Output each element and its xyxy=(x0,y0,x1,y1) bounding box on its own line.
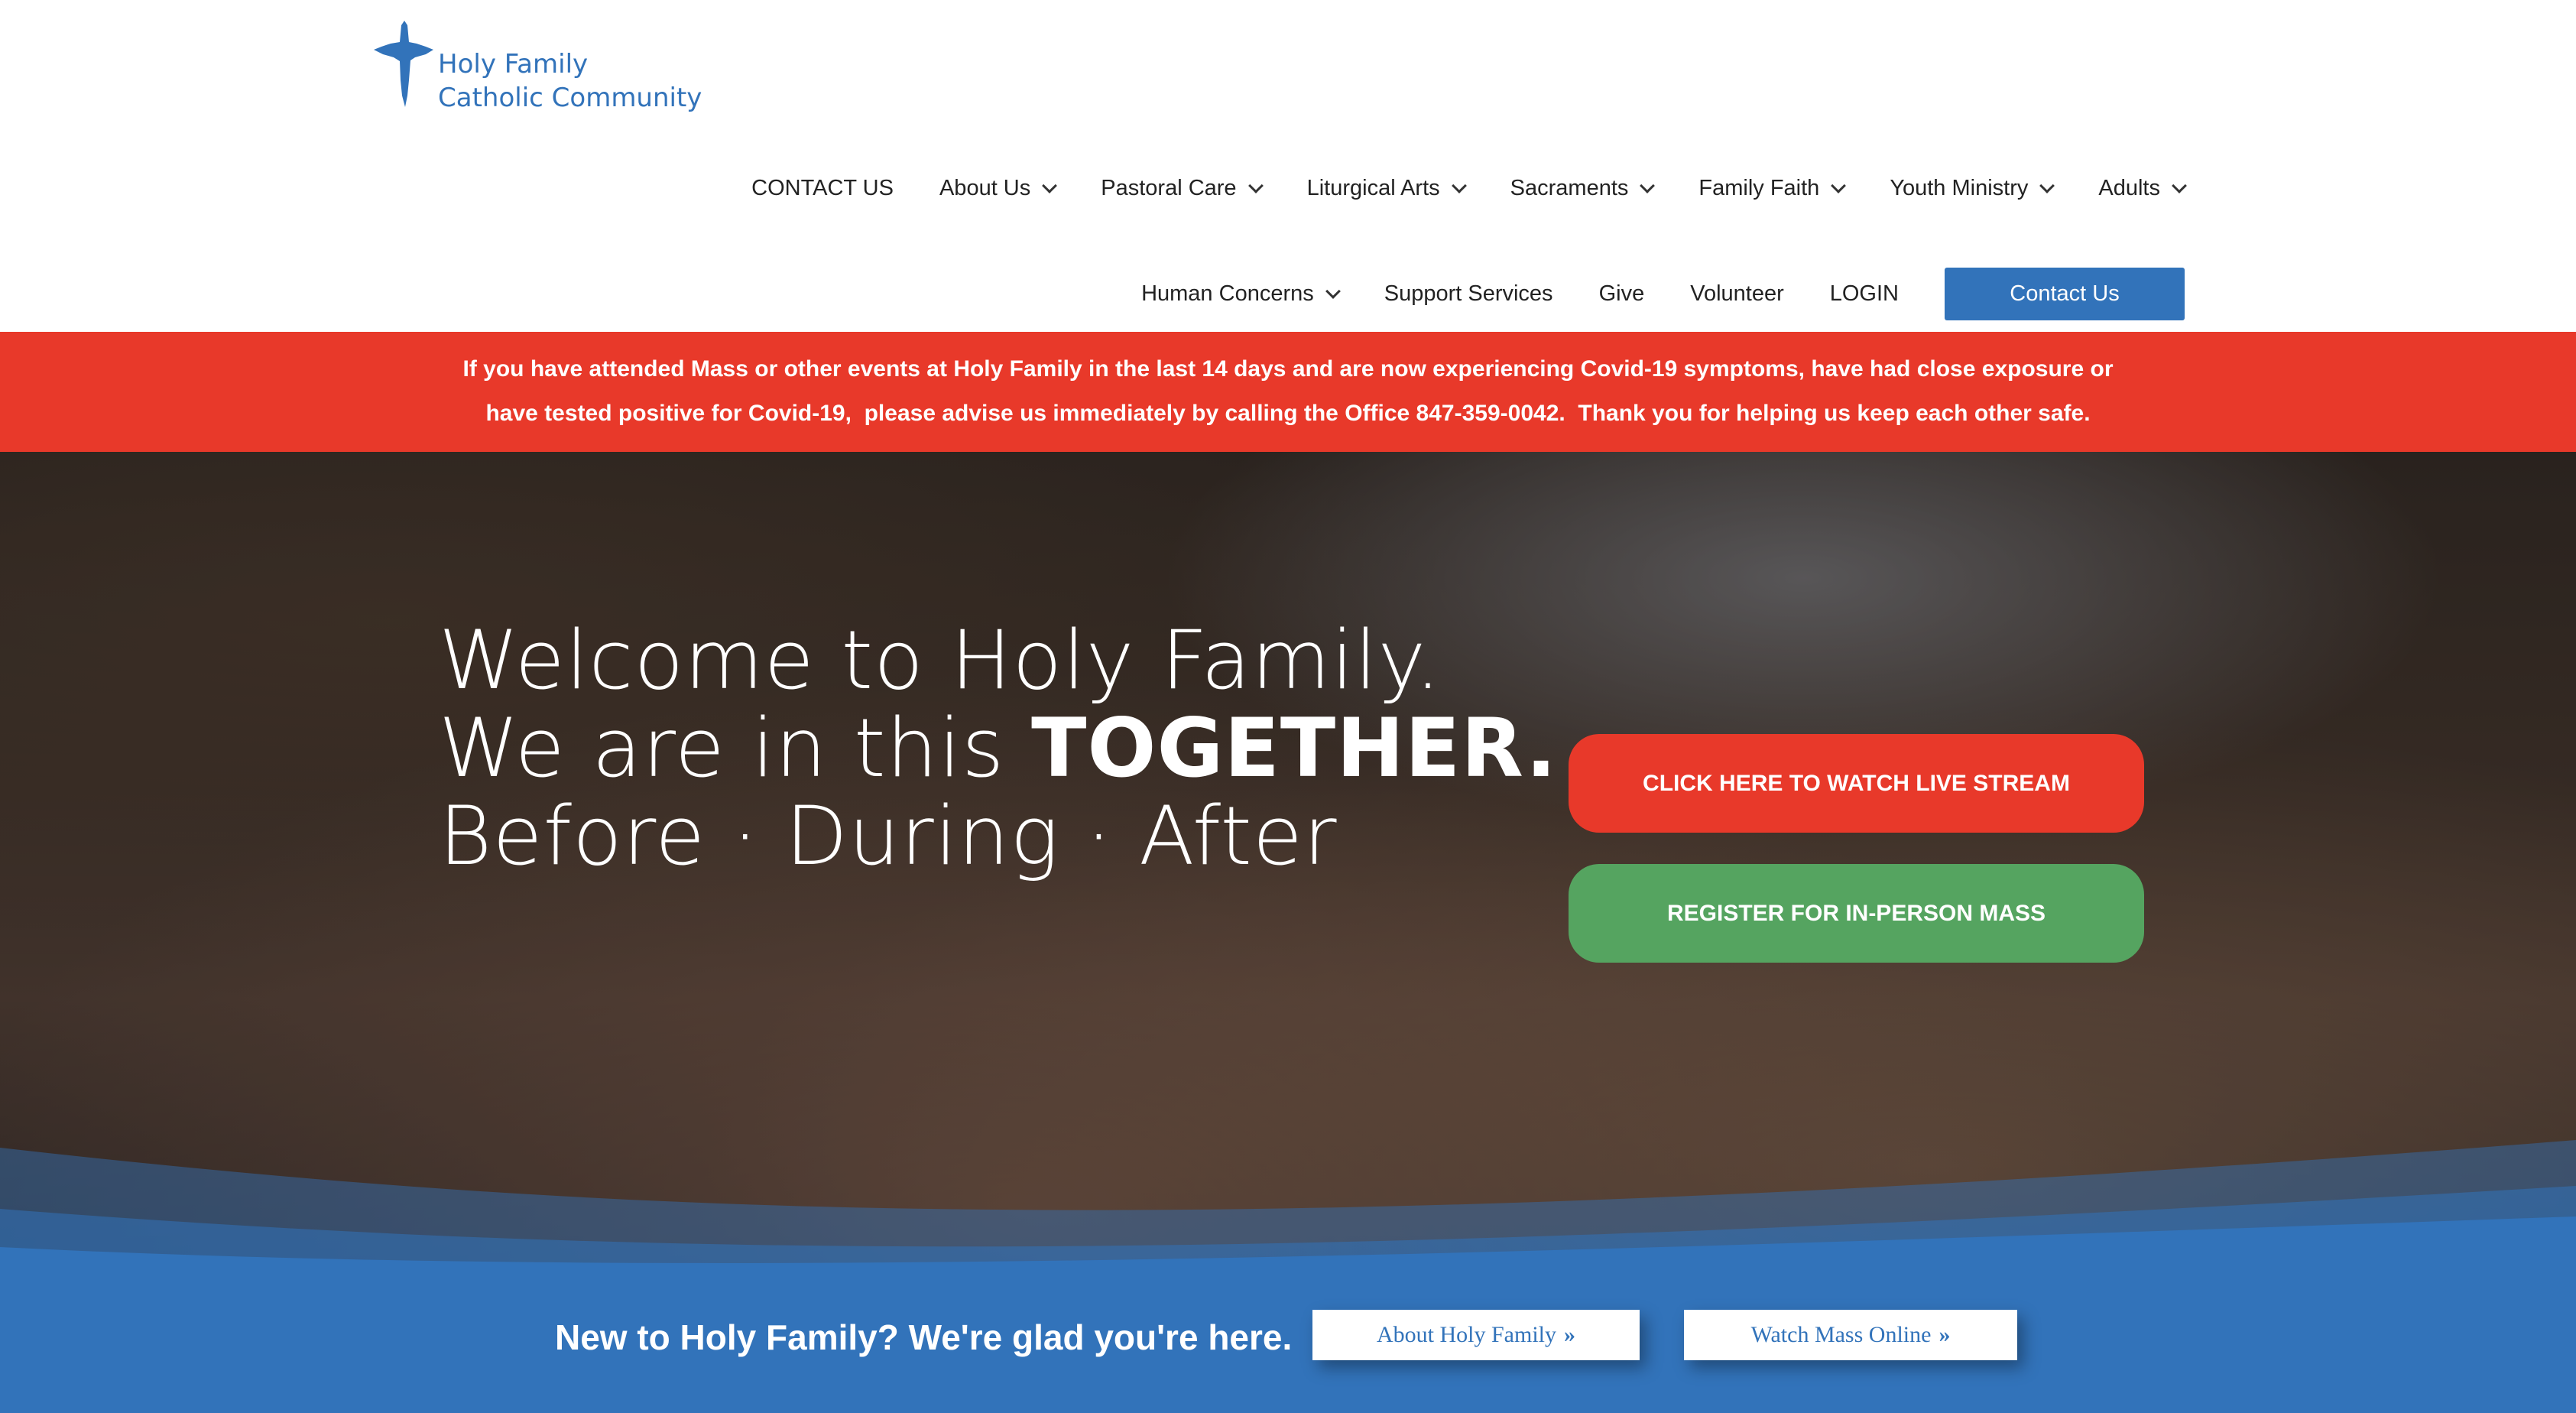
headline-line2: We are in this TOGETHER. xyxy=(439,704,1557,792)
nav-about-us[interactable]: About Us xyxy=(939,176,1058,201)
nav-label: About Us xyxy=(939,176,1031,200)
watch-mass-online-button[interactable]: Watch Mass Online» xyxy=(1684,1310,2017,1360)
chevron-down-icon xyxy=(1451,177,1467,193)
about-holy-family-button[interactable]: About Holy Family » xyxy=(1312,1310,1640,1360)
headline-line3: Before · During · After xyxy=(439,789,1338,883)
button-label: About Holy Family xyxy=(1376,1322,1556,1347)
nav-youth-ministry[interactable]: Youth Ministry xyxy=(1890,176,2055,201)
hero: Welcome to Holy Family. We are in this T… xyxy=(0,452,2576,1293)
nav-label: Give xyxy=(1598,281,1645,306)
nav-liturgical-arts[interactable]: Liturgical Arts xyxy=(1306,176,1467,201)
double-chevron-right-icon: » xyxy=(1564,1322,1575,1347)
nav-label: Human Concerns xyxy=(1141,281,1314,306)
nav-label: Family Faith xyxy=(1698,176,1820,200)
main-nav-row2: Human Concerns Support Services Give Vol… xyxy=(1141,268,2185,320)
cross-icon xyxy=(374,21,433,107)
nav-sacraments[interactable]: Sacraments xyxy=(1510,176,1656,201)
logo-line1: Holy Family xyxy=(438,49,589,80)
logo[interactable]: Holy Family Catholic Community xyxy=(371,19,702,115)
nav-label: LOGIN xyxy=(1829,281,1899,306)
hero-headline: Welcome to Holy Family. We are in this T… xyxy=(439,616,1557,880)
nav-label: Adults xyxy=(2098,176,2160,200)
headline-emphasis: TOGETHER. xyxy=(1031,701,1558,795)
nav-label: Sacraments xyxy=(1510,176,1629,200)
nav-label: Support Services xyxy=(1384,281,1553,306)
logo-line2: Catholic Community xyxy=(438,83,702,113)
nav-pastoral-care[interactable]: Pastoral Care xyxy=(1101,176,1264,201)
headline-line2-text: We are in this xyxy=(439,701,1032,795)
nav-give[interactable]: Give xyxy=(1599,281,1645,307)
chevron-down-icon xyxy=(1042,177,1058,193)
nav-login[interactable]: LOGIN xyxy=(1830,281,1899,307)
welcome-bar: New to Holy Family? We're glad you're he… xyxy=(0,1285,2576,1413)
nav-label: Youth Ministry xyxy=(1890,176,2029,200)
alert-line1: If you have attended Mass or other event… xyxy=(462,356,2114,382)
chevron-down-icon xyxy=(1325,283,1341,299)
welcome-text: New to Holy Family? We're glad you're he… xyxy=(555,1317,1293,1357)
nav-family-faith[interactable]: Family Faith xyxy=(1698,176,1847,201)
nav-volunteer[interactable]: Volunteer xyxy=(1690,281,1784,307)
chevron-down-icon xyxy=(2039,177,2055,193)
nav-label: Liturgical Arts xyxy=(1306,176,1440,200)
nav-label: Volunteer xyxy=(1690,281,1784,306)
main-nav-row1: CONTACT US About Us Pastoral Care Liturg… xyxy=(751,176,2187,201)
nav-human-concerns[interactable]: Human Concerns xyxy=(1141,281,1341,307)
button-label: Watch Mass Online xyxy=(1750,1322,1932,1347)
nav-support-services[interactable]: Support Services xyxy=(1384,281,1553,307)
alert-line2: have tested positive for Covid-19, pleas… xyxy=(485,401,2091,426)
site-header: Holy Family Catholic Community CONTACT US… xyxy=(0,0,2576,332)
watch-live-stream-button[interactable]: CLICK HERE TO WATCH LIVE STREAM xyxy=(1569,734,2144,833)
chevron-down-icon xyxy=(1831,177,1847,193)
chevron-down-icon xyxy=(2172,177,2187,193)
wave-divider xyxy=(0,1140,2576,1293)
covid-alert-banner: If you have attended Mass or other event… xyxy=(0,332,2576,452)
register-mass-button[interactable]: REGISTER FOR IN-PERSON MASS xyxy=(1569,864,2144,963)
chevron-down-icon xyxy=(1640,177,1656,193)
headline-line1: Welcome to Holy Family. xyxy=(439,613,1442,707)
nav-label: Pastoral Care xyxy=(1101,176,1237,200)
nav-contact-us[interactable]: CONTACT US xyxy=(751,176,894,201)
double-chevron-right-icon: » xyxy=(1938,1322,1951,1347)
nav-adults[interactable]: Adults xyxy=(2098,176,2187,201)
chevron-down-icon xyxy=(1247,177,1264,193)
nav-label: CONTACT US xyxy=(751,176,894,200)
contact-us-button[interactable]: Contact Us xyxy=(1945,268,2185,320)
